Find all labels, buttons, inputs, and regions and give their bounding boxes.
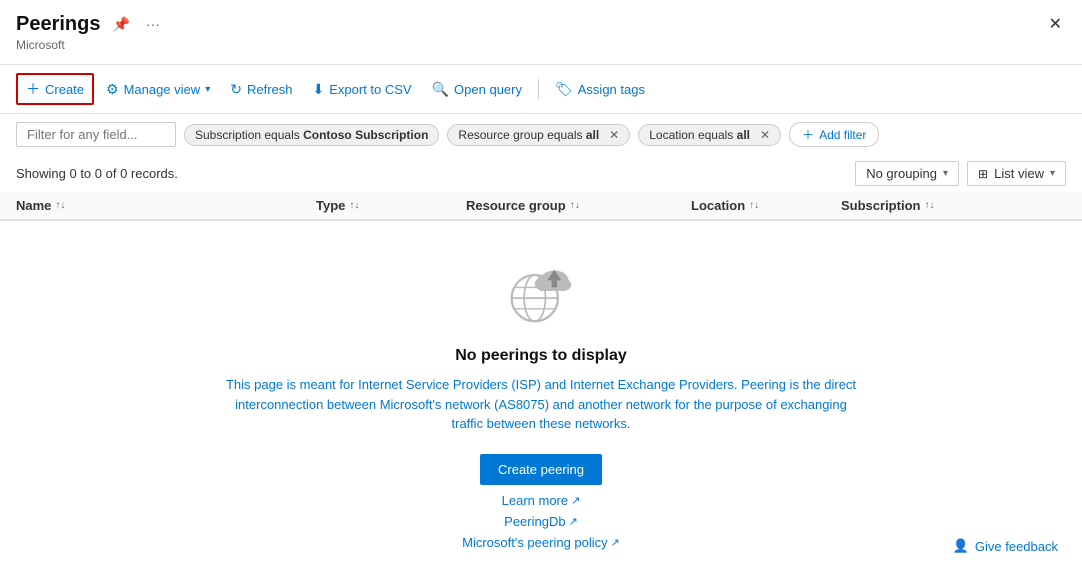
pin-button[interactable]: 📌 [108,14,133,35]
info-bar: Showing 0 to 0 of 0 records. No grouping… [0,155,1082,192]
open-query-button[interactable]: 🔍 Open query [424,77,530,102]
page-title: Peerings [16,13,100,36]
subscription-filter-tag: Subscription equals Contoso Subscription [184,124,439,146]
location-filter-tag[interactable]: Location equals all ✕ [638,124,781,146]
globe-cloud-icon [501,251,581,331]
settings-icon: ⚙ [106,81,119,98]
list-view-select[interactable]: ⊞ List view ▾ [967,161,1066,186]
location-filter-close[interactable]: ✕ [760,128,770,142]
grouping-select[interactable]: No grouping ▾ [855,161,959,186]
view-controls: No grouping ▾ ⊞ List view ▾ [855,161,1066,186]
empty-state: No peerings to display This page is mean… [0,221,1082,580]
query-icon: 🔍 [432,81,449,98]
assign-tags-button[interactable]: 🏷 Assign tags [547,77,653,102]
col-location[interactable]: Location ↑↓ [691,198,841,213]
export-csv-button[interactable]: ⬇ Export to CSV [305,77,420,102]
resource-group-filter-close[interactable]: ✕ [609,128,619,142]
resource-group-filter-tag[interactable]: Resource group equals all ✕ [447,124,630,146]
toolbar-divider [538,79,539,99]
manage-view-button[interactable]: ⚙ Manage view ▾ [98,77,218,102]
external-link-icon-1: ↗ [569,515,578,528]
records-count: Showing 0 to 0 of 0 records. [16,166,178,181]
plus-filter-icon: ＋ [802,126,814,143]
create-peering-button[interactable]: Create peering [480,454,602,485]
chevron-down-icon: ▾ [205,84,210,95]
external-link-icon-0: ↗ [571,494,580,507]
plus-icon: ＋ [26,79,40,99]
empty-links: Learn more ↗ PeeringDb ↗ Microsoft's pee… [462,493,620,550]
more-options-button[interactable]: ··· [142,14,164,34]
type-sort-icon: ↑↓ [349,200,359,211]
refresh-icon: ↻ [230,81,242,98]
page-footer: 👤 Give feedback [953,538,1058,554]
learn-more-link[interactable]: Learn more ↗ [502,493,581,508]
toolbar: ＋ Create ⚙ Manage view ▾ ↻ Refresh ⬇ Exp… [0,65,1082,114]
list-view-icon: ⊞ [978,167,988,181]
create-button[interactable]: ＋ Create [16,73,94,105]
filter-bar: Subscription equals Contoso Subscription… [0,114,1082,155]
peering-policy-link[interactable]: Microsoft's peering policy ↗ [462,535,620,550]
filter-input[interactable] [16,122,176,147]
col-type[interactable]: Type ↑↓ [316,198,466,213]
col-resource-group[interactable]: Resource group ↑↓ [466,198,691,213]
feedback-icon: 👤 [953,538,969,554]
name-sort-icon: ↑↓ [55,200,65,211]
location-sort-icon: ↑↓ [749,200,759,211]
grouping-chevron-icon: ▾ [943,168,948,179]
page-header: Peerings 📌 ··· ✕ Microsoft [0,0,1082,65]
close-button[interactable]: ✕ [1045,12,1066,36]
external-link-icon-2: ↗ [611,536,620,549]
page-subtitle: Microsoft [16,38,1066,52]
empty-state-description: This page is meant for Internet Service … [221,375,861,434]
empty-state-title: No peerings to display [455,347,627,365]
resource-group-sort-icon: ↑↓ [570,200,580,211]
list-view-chevron-icon: ▾ [1050,168,1055,179]
col-subscription[interactable]: Subscription ↑↓ [841,198,1066,213]
download-icon: ⬇ [313,81,325,98]
give-feedback-button[interactable]: 👤 Give feedback [953,538,1058,554]
table-header: Name ↑↓ Type ↑↓ Resource group ↑↓ Locati… [0,192,1082,221]
add-filter-button[interactable]: ＋ Add filter [789,122,879,147]
refresh-button[interactable]: ↻ Refresh [222,77,300,102]
peeringdb-link[interactable]: PeeringDb ↗ [504,514,578,529]
tag-icon: 🏷 [555,81,573,98]
col-name[interactable]: Name ↑↓ [16,198,316,213]
subscription-sort-icon: ↑↓ [924,200,934,211]
